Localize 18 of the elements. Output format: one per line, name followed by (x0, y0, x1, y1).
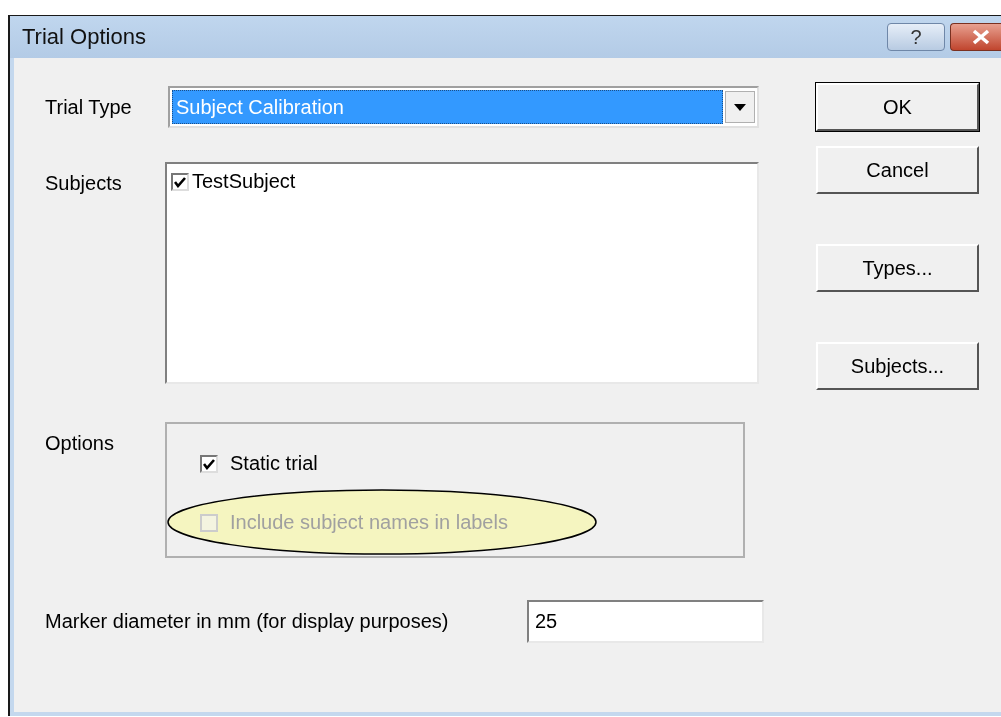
field-label: Trial Type (45, 95, 133, 119)
list-item-label[interactable]: TestSubject (192, 170, 296, 193)
help-button[interactable]: ? (887, 23, 945, 51)
close-icon (970, 29, 991, 45)
dialog-button[interactable]: OK (816, 83, 979, 131)
field-label: Marker diameter in mm (for display purposes) (45, 610, 450, 633)
checkbox-label[interactable]: Static trial (230, 452, 318, 475)
field-label: Subjects (45, 171, 123, 195)
checkbox[interactable] (171, 172, 189, 191)
dialog-button[interactable]: Cancel (816, 146, 979, 194)
field-label: Options (45, 431, 115, 455)
close-button[interactable] (950, 23, 1001, 51)
window-title: Trial Options (22, 24, 147, 50)
input-field[interactable]: 25 (527, 600, 764, 643)
checkbox[interactable] (200, 454, 218, 473)
dialog-button[interactable]: Types... (816, 244, 979, 292)
dialog-button[interactable]: Subjects... (816, 342, 979, 390)
dropdown-arrow-icon (734, 103, 746, 111)
